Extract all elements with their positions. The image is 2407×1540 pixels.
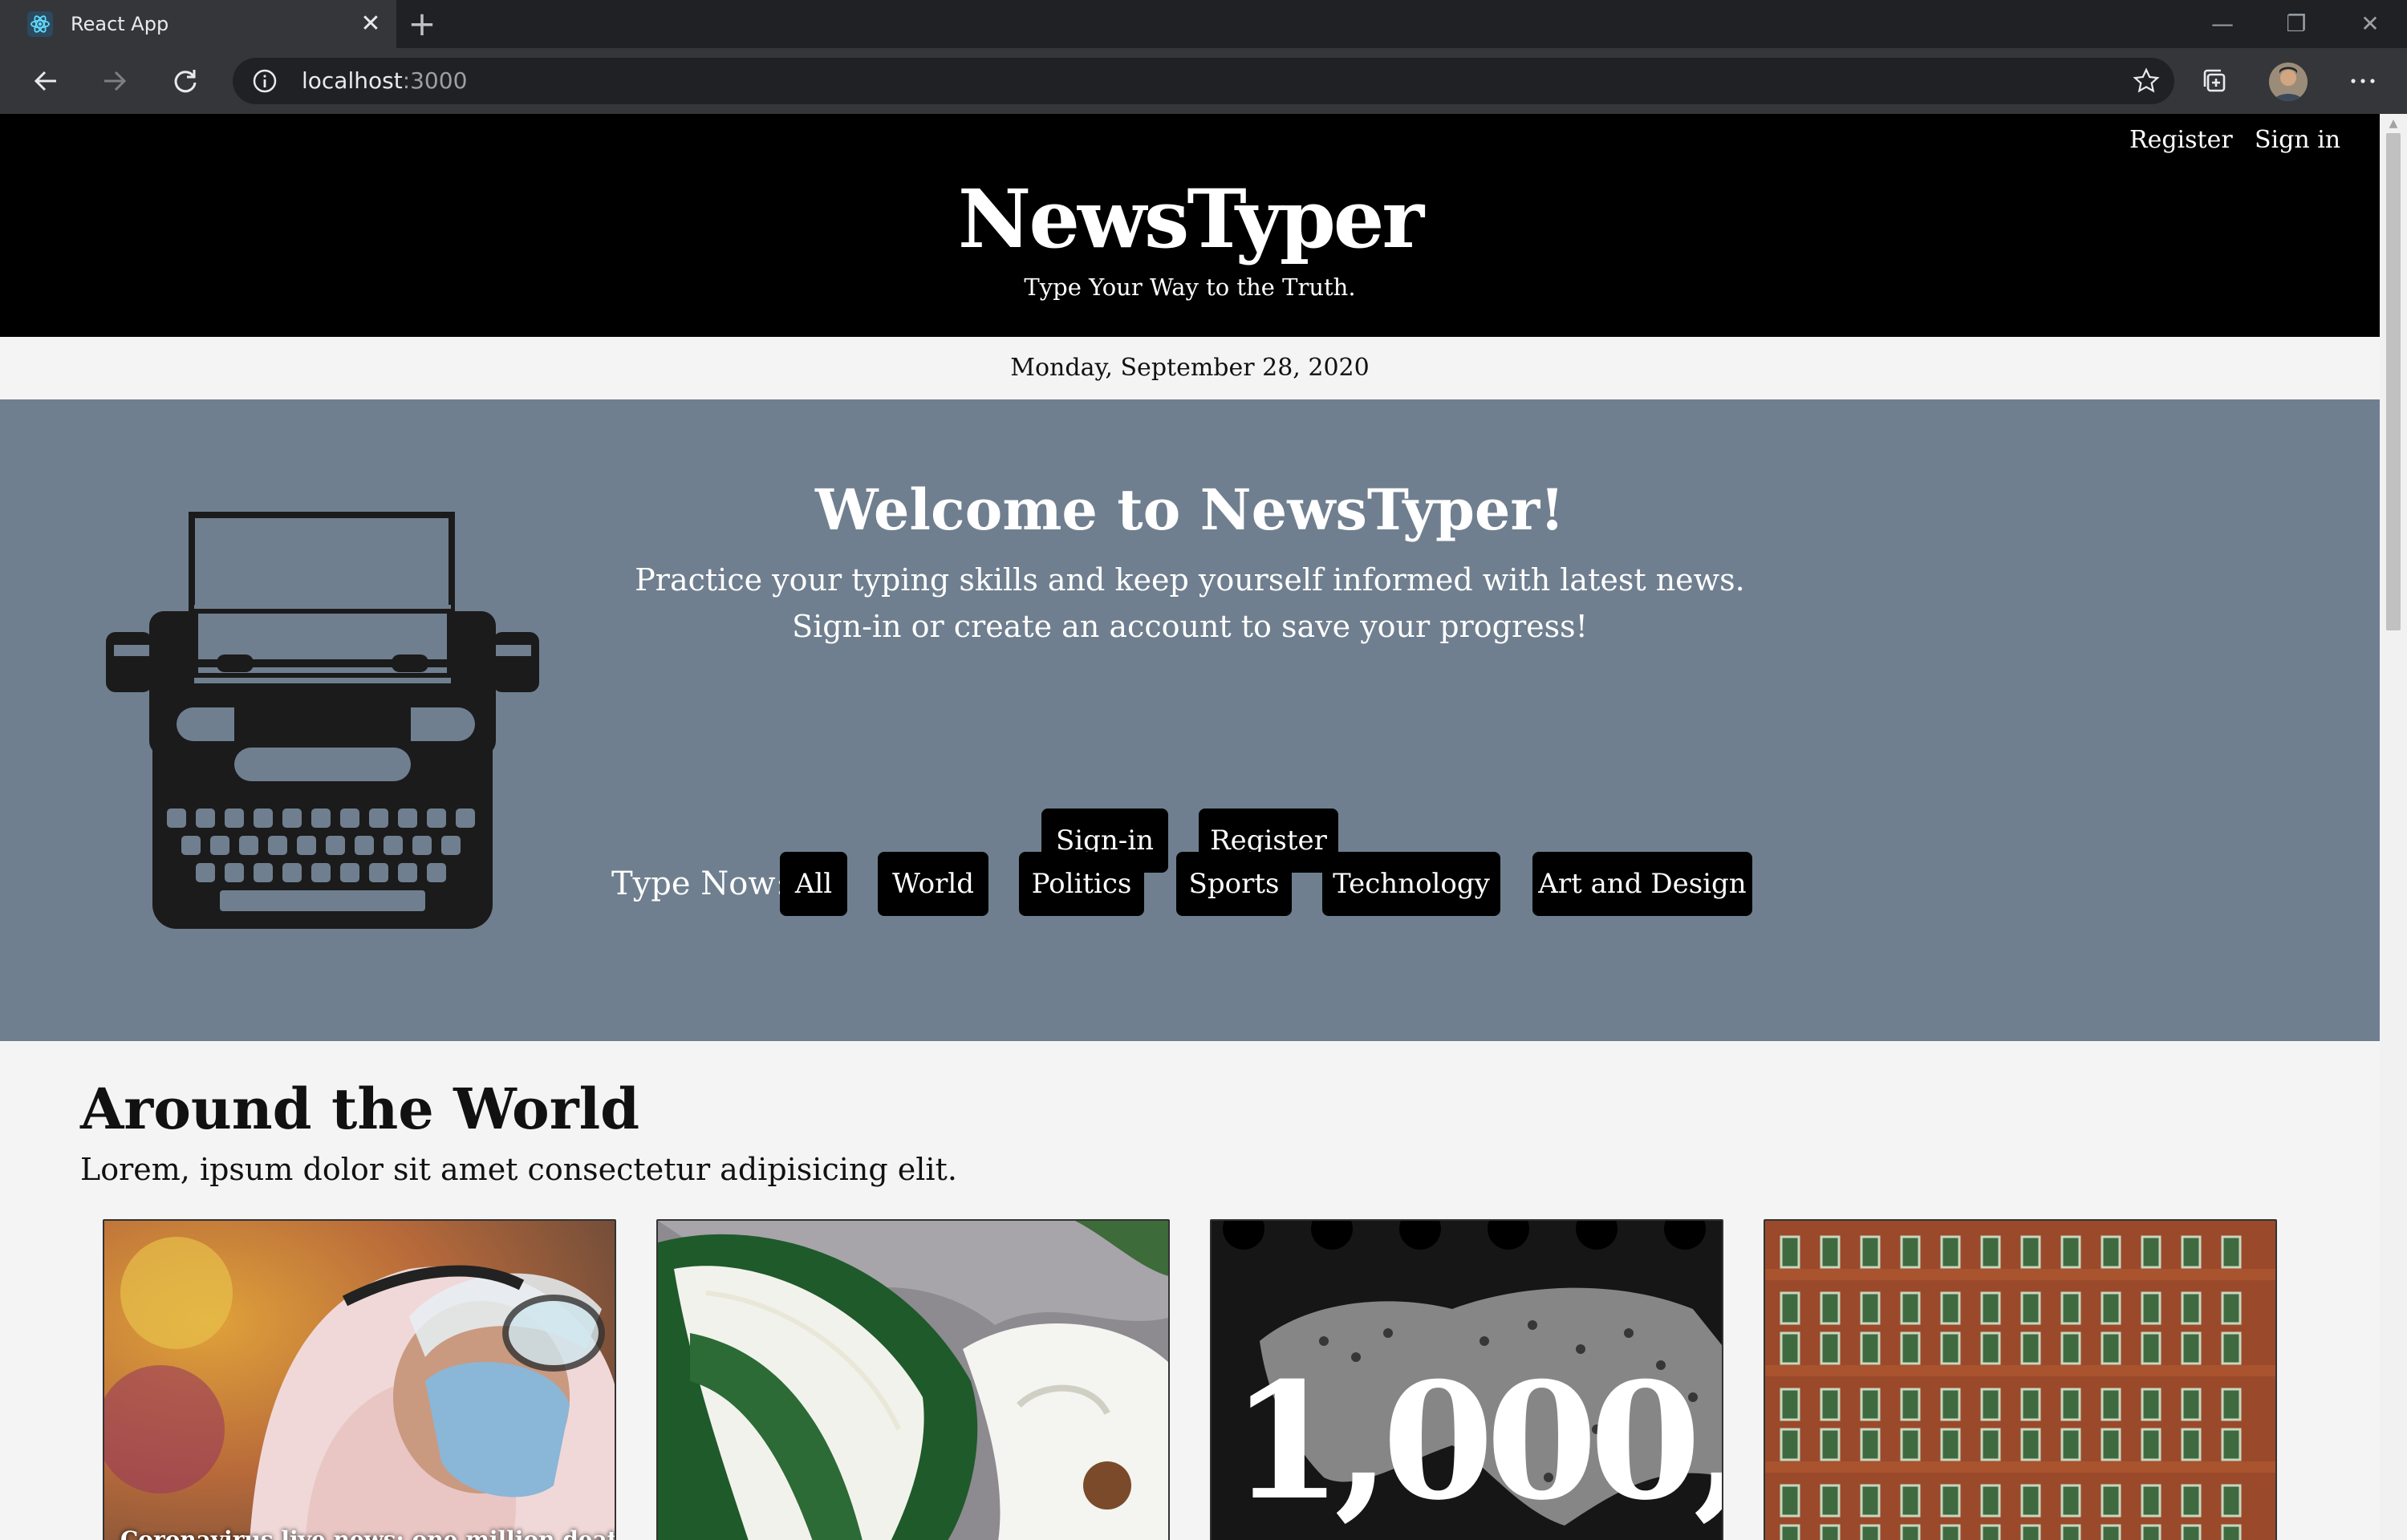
category-all-button[interactable]: All <box>780 852 847 916</box>
browser-tab-bar: React App ✕ + — ❐ ✕ <box>0 0 2407 48</box>
cemetery-aerial-image <box>1765 1221 2275 1540</box>
monstera-leaf-image <box>658 1221 1168 1540</box>
welcome-heading: Welcome to NewsTyper! <box>814 476 1565 543</box>
news-card[interactable] <box>656 1219 1170 1540</box>
welcome-hero: Welcome to NewsTyper! Practice your typi… <box>0 399 2380 1041</box>
news-card[interactable] <box>1764 1219 2277 1540</box>
address-bar[interactable]: localhost:3000 <box>233 58 2174 104</box>
welcome-description: Practice your typing skills and keep you… <box>635 562 1745 644</box>
card-caption: Coronavirus live news: one million death… <box>120 1526 616 1540</box>
tab-title: React App <box>71 13 169 35</box>
site-info-icon[interactable] <box>252 68 278 94</box>
favorite-star-icon[interactable] <box>2133 67 2160 95</box>
minimize-icon[interactable]: — <box>2186 0 2259 48</box>
site-logo-text[interactable]: NewsTyper <box>0 167 2380 271</box>
tab-close-icon[interactable]: ✕ <box>358 11 384 37</box>
back-arrow-icon[interactable] <box>22 58 69 104</box>
category-world-button[interactable]: World <box>878 852 988 916</box>
new-tab-button[interactable]: + <box>406 7 438 41</box>
nav-signin-link[interactable]: Sign in <box>2255 122 2340 159</box>
world-map-graphic-image: 1,000,0 <box>1212 1221 1723 1540</box>
profile-avatar[interactable] <box>2269 63 2308 101</box>
more-menu-icon[interactable] <box>2340 58 2386 104</box>
current-date: Monday, September 28, 2020 <box>0 337 2380 399</box>
category-sports-button[interactable]: Sports <box>1176 852 1292 916</box>
health-worker-image <box>104 1221 615 1540</box>
url-text: localhost:3000 <box>302 67 468 94</box>
window-close-icon[interactable]: ✕ <box>2333 0 2407 48</box>
category-art-design-button[interactable]: Art and Design <box>1532 852 1752 916</box>
reload-icon[interactable] <box>162 58 209 104</box>
browser-toolbar: localhost:3000 <box>0 48 2407 114</box>
collections-icon[interactable] <box>2192 58 2239 104</box>
browser-tab-active[interactable]: React App ✕ <box>0 0 396 48</box>
scroll-up-arrow-icon[interactable]: ▲ <box>2386 117 2401 130</box>
forward-arrow-icon[interactable] <box>91 58 138 104</box>
site-tagline: Type Your Way to the Truth. <box>1024 274 1356 301</box>
section-heading: Around the World <box>80 1076 640 1142</box>
nav-register-link[interactable]: Register <box>2129 122 2233 159</box>
site-header: Register Sign in NewsTyper Type Your Way… <box>0 114 2380 337</box>
category-technology-button[interactable]: Technology <box>1322 852 1500 916</box>
restore-icon[interactable]: ❐ <box>2259 0 2333 48</box>
news-card[interactable]: 1,000,0 <box>1210 1219 1723 1540</box>
page-scrollbar[interactable]: ▲ <box>2380 114 2407 1540</box>
scrollbar-thumb[interactable] <box>2386 133 2401 630</box>
graphic-number-text: 1,000,0 <box>1231 1348 1723 1536</box>
react-logo-icon <box>27 11 53 37</box>
type-now-label: Type Now: <box>611 865 787 902</box>
news-card[interactable]: Coronavirus live news: one million death… <box>103 1219 616 1540</box>
section-subheading: Lorem, ipsum dolor sit amet consectetur … <box>80 1152 957 1187</box>
category-politics-button[interactable]: Politics <box>1019 852 1144 916</box>
page-viewport: Register Sign in NewsTyper Type Your Way… <box>0 114 2380 1540</box>
